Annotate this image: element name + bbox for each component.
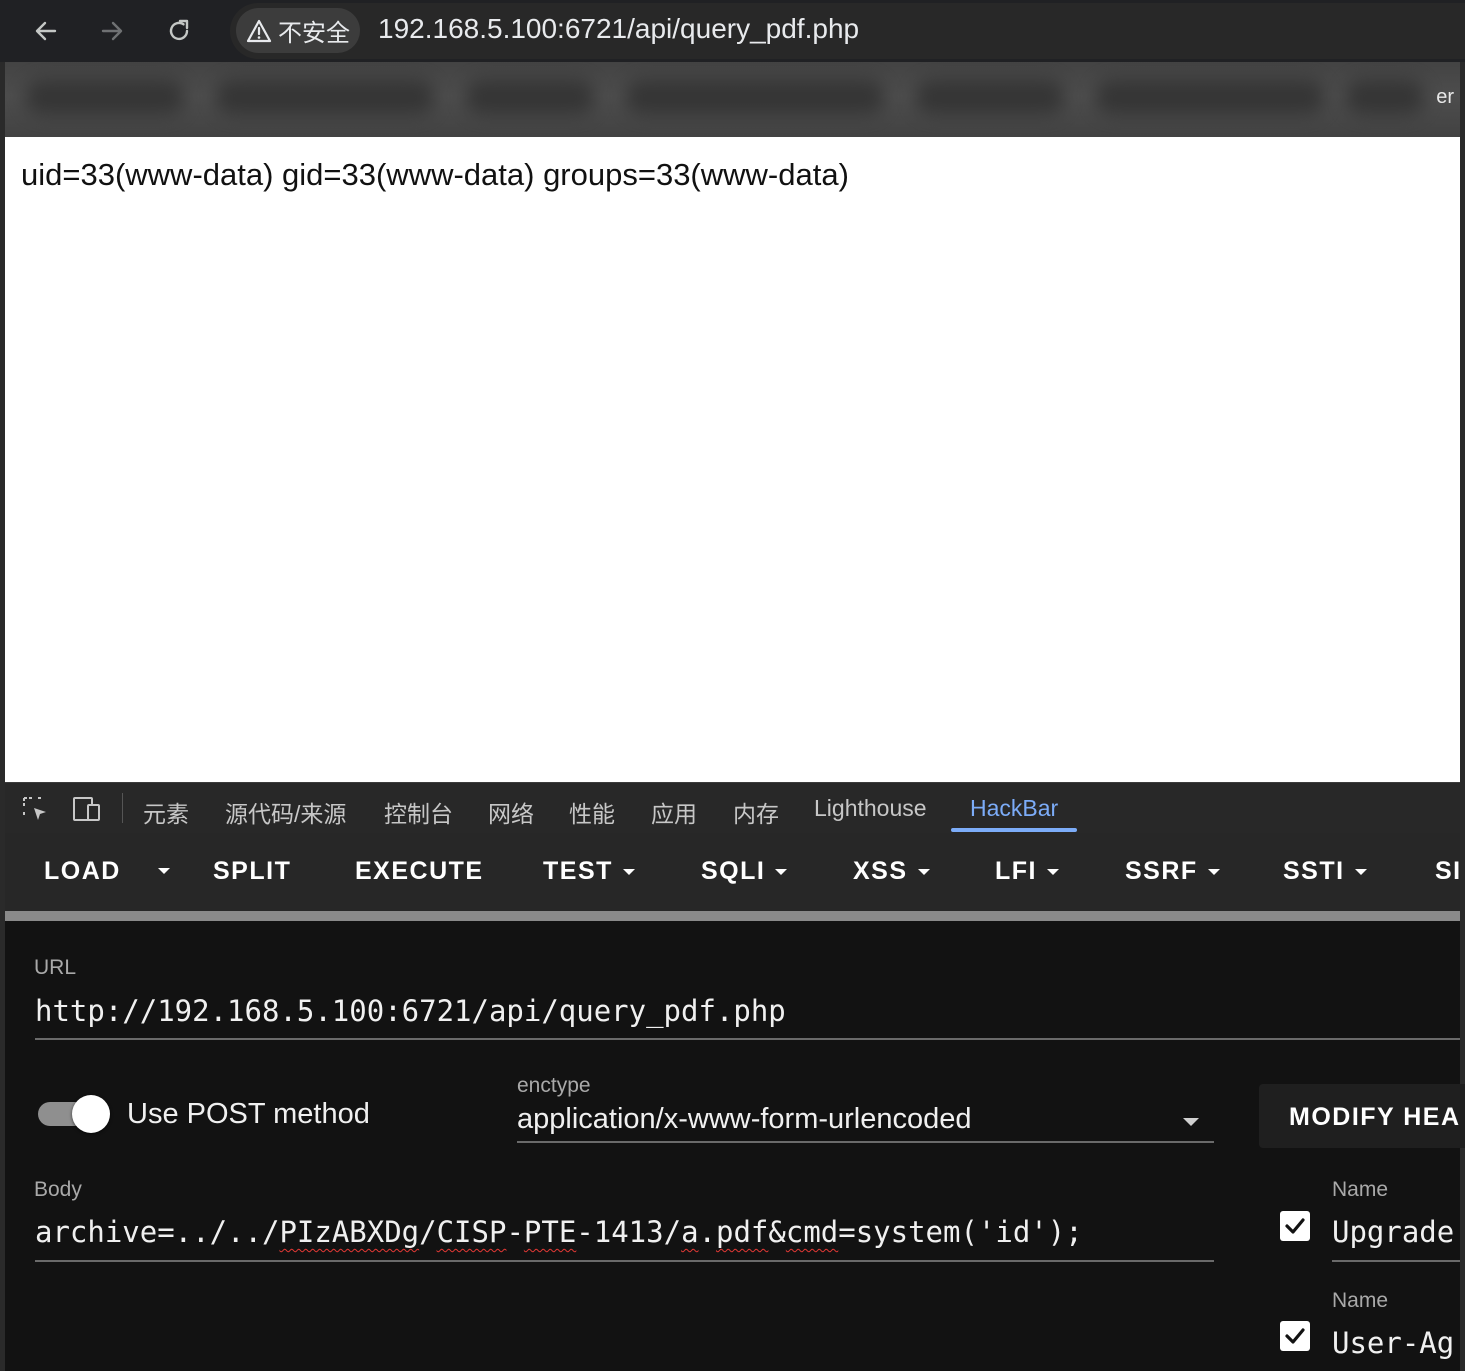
url-label: URL	[34, 956, 77, 979]
enctype-select[interactable]: application/x-www-form-urlencoded	[517, 1103, 972, 1136]
bookmark-clipped-text: er	[1436, 86, 1454, 108]
tab-application[interactable]: 应用	[651, 795, 697, 829]
body-input-underline	[35, 1260, 1214, 1262]
tab-performance[interactable]: 性能	[569, 795, 615, 829]
enctype-label: enctype	[517, 1074, 591, 1097]
body-label: Body	[34, 1178, 82, 1201]
toolbar-divider-bar	[5, 911, 1460, 921]
tab-elements[interactable]: 元素	[143, 795, 189, 829]
warning-triangle-icon	[246, 19, 272, 42]
arrow-left-icon	[35, 21, 57, 41]
devtools-tab-bar: 元素 源代码/来源 控制台 网络 性能 应用 内存 Lighthouse Hac…	[5, 782, 1460, 833]
check-icon	[1285, 1218, 1305, 1234]
security-label: 不安全	[278, 20, 350, 47]
use-post-label: Use POST method	[127, 1098, 370, 1130]
tab-hackbar[interactable]: HackBar	[970, 795, 1058, 822]
body-input[interactable]: archive=../../PIzABXDg/CISP-PTE-1413/a.p…	[35, 1215, 1083, 1249]
chevron-down-icon	[917, 868, 930, 875]
test-menu-button[interactable]: TEST	[543, 857, 635, 886]
reload-icon	[169, 19, 189, 41]
url-text[interactable]: 192.168.5.100:6721/api/query_pdf.php	[378, 13, 859, 45]
header-name-input-upgrade[interactable]: Upgrade	[1332, 1215, 1454, 1249]
active-tab-indicator	[951, 828, 1077, 832]
lfi-menu-button[interactable]: LFI	[995, 857, 1059, 886]
execute-button[interactable]: EXECUTE	[355, 857, 484, 886]
modify-header-button[interactable]: MODIFY HEA	[1259, 1084, 1465, 1148]
header-checkbox-user-agent[interactable]	[1280, 1321, 1310, 1351]
header-checkbox-upgrade[interactable]	[1280, 1211, 1310, 1241]
bookmark-bar-blurred: er	[5, 62, 1460, 137]
chevron-down-icon	[1354, 868, 1367, 875]
device-toolbar-icon[interactable]	[71, 795, 103, 823]
chevron-down-icon	[622, 868, 635, 875]
url-input[interactable]: http://192.168.5.100:6721/api/query_pdf.…	[35, 994, 786, 1028]
tab-separator	[122, 793, 123, 823]
chevron-down-icon	[775, 868, 788, 875]
page-content: uid=33(www-data) gid=33(www-data) groups…	[5, 137, 1460, 782]
header-name-label: Name	[1332, 1289, 1389, 1312]
load-button[interactable]: LOAD	[44, 857, 121, 886]
header-input-underline	[1332, 1260, 1460, 1262]
back-button[interactable]	[26, 12, 66, 50]
reload-button[interactable]	[159, 12, 199, 50]
arrow-right-icon	[101, 21, 123, 41]
ssti-menu-button[interactable]: SSTI	[1283, 857, 1367, 886]
tab-network[interactable]: 网络	[488, 795, 534, 829]
inspect-element-icon[interactable]	[21, 795, 49, 823]
check-icon	[1285, 1328, 1305, 1344]
security-indicator[interactable]: 不安全	[236, 8, 360, 53]
command-output: uid=33(www-data) gid=33(www-data) groups…	[21, 157, 849, 192]
tab-lighthouse[interactable]: Lighthouse	[814, 795, 927, 822]
ssrf-menu-button[interactable]: SSRF	[1125, 857, 1220, 886]
chevron-down-icon	[1047, 868, 1059, 875]
sqli-menu-button[interactable]: SQLI	[701, 857, 788, 886]
header-name-input-user-agent[interactable]: User-Ag	[1332, 1326, 1454, 1360]
xss-menu-button[interactable]: XSS	[853, 857, 930, 886]
url-input-underline	[35, 1038, 1460, 1040]
hackbar-panel: URL http://192.168.5.100:6721/api/query_…	[5, 921, 1465, 1371]
toggle-knob[interactable]	[72, 1095, 110, 1133]
load-dropdown-button[interactable]	[158, 868, 170, 874]
tab-sources[interactable]: 源代码/来源	[225, 795, 346, 829]
chevron-down-icon[interactable]	[1183, 1118, 1199, 1126]
forward-button[interactable]	[92, 12, 132, 50]
chevron-down-icon	[158, 868, 170, 874]
tab-console[interactable]: 控制台	[384, 795, 453, 829]
tab-memory[interactable]: 内存	[733, 795, 779, 829]
hackbar-toolbar: LOAD SPLIT EXECUTE TEST SQLI XSS LFI SSR…	[5, 833, 1460, 911]
shell-menu-button-clipped[interactable]: SI	[1435, 857, 1462, 886]
enctype-underline	[517, 1141, 1214, 1143]
browser-toolbar: 不安全 192.168.5.100:6721/api/query_pdf.php	[0, 0, 1465, 62]
split-button[interactable]: SPLIT	[213, 857, 291, 886]
header-name-label: Name	[1332, 1178, 1389, 1201]
chevron-down-icon	[1207, 868, 1220, 875]
